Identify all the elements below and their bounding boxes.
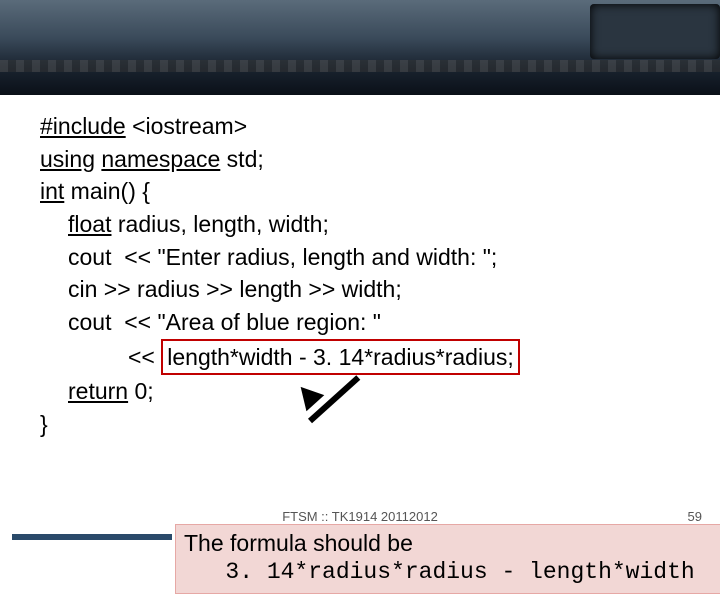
footer-text: FTSM :: TK1914 20112012 <box>0 509 720 524</box>
code-text: } <box>40 411 48 437</box>
kw-return: return <box>68 378 128 404</box>
kw-using: using <box>40 146 95 172</box>
correction-callout: The formula should be 3. 14*radius*radiu… <box>175 524 720 594</box>
slide-content: #include <iostream> using namespace std;… <box>40 110 700 441</box>
header-image <box>0 0 720 95</box>
kw-float: float <box>68 211 111 237</box>
kw-int: int <box>40 178 64 204</box>
kw-include: #include <box>40 113 126 139</box>
kw-namespace: namespace <box>101 146 220 172</box>
code-text: cout << "Enter radius, length and width:… <box>68 244 497 270</box>
code-text: cin >> radius >> length >> width; <box>68 276 402 302</box>
callout-line1: The formula should be <box>184 529 720 558</box>
pointer-arrow-icon <box>300 390 370 450</box>
slide-number: 59 <box>688 509 702 524</box>
decorative-bar <box>12 534 172 540</box>
code-block: #include <iostream> using namespace std;… <box>40 110 700 441</box>
code-text: <iostream> <box>126 113 247 139</box>
callout-line2: 3. 14*radius*radius - length*width <box>184 558 720 587</box>
code-text: cout << "Area of blue region: " <box>68 309 381 335</box>
highlighted-expression: length*width - 3. 14*radius*radius; <box>161 339 519 376</box>
